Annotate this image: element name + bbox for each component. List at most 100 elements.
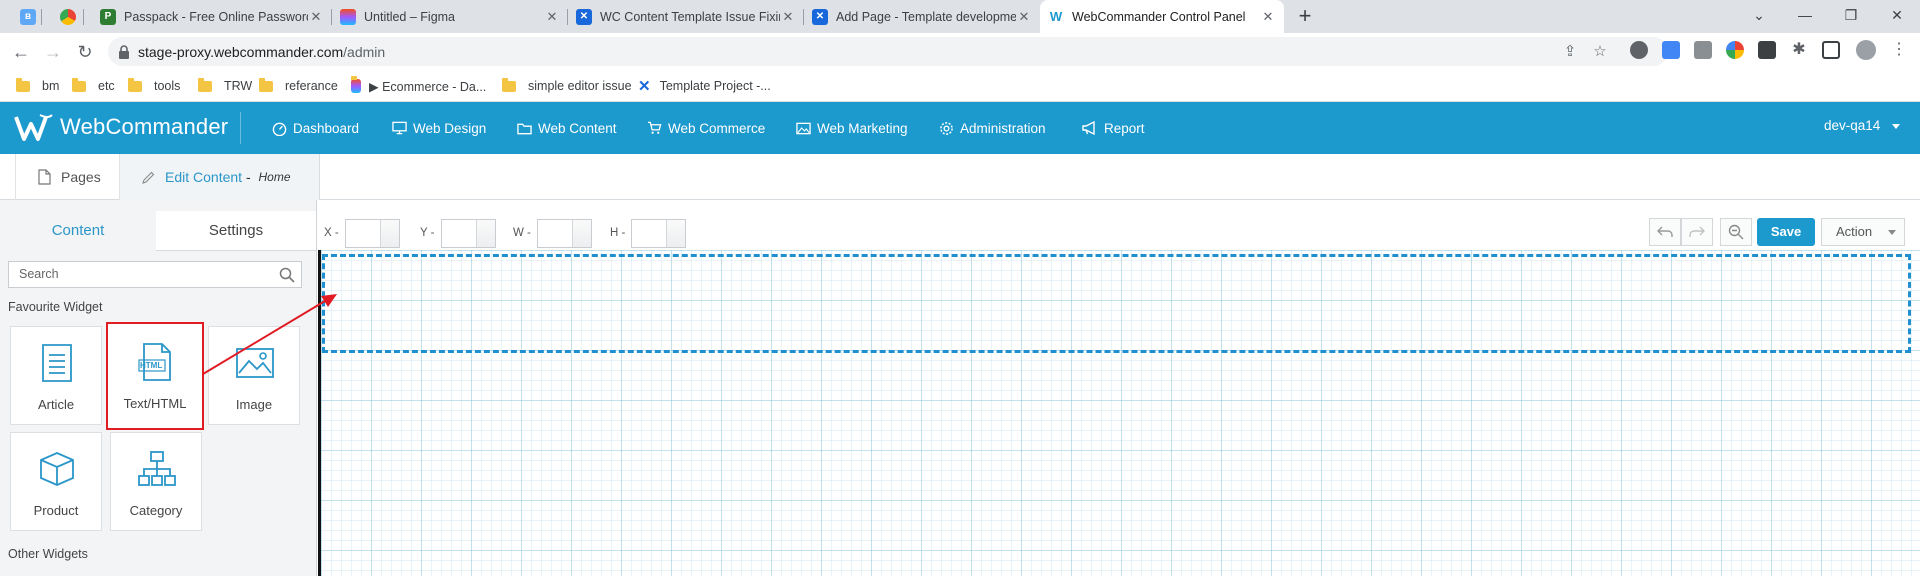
- close-icon[interactable]: ✕: [1016, 9, 1032, 25]
- menu-web-design[interactable]: Web Design: [392, 118, 486, 138]
- restore-icon[interactable]: ❐: [1828, 0, 1874, 33]
- preview-button[interactable]: [1720, 218, 1752, 246]
- profile-avatar[interactable]: [1856, 40, 1876, 60]
- browser-tab[interactable]: P Passpack - Free Online Password ✕: [92, 0, 332, 33]
- reload-icon[interactable]: ↻: [73, 40, 97, 64]
- bookmark-item[interactable]: ✕ Template Project -...: [638, 76, 771, 96]
- x-input[interactable]: [344, 218, 400, 248]
- h-input[interactable]: [631, 218, 687, 248]
- menu-web-content[interactable]: Web Content: [517, 118, 617, 138]
- extension-icon[interactable]: [1758, 41, 1776, 59]
- widget-label: Text/HTML: [123, 396, 187, 411]
- bookmark-item[interactable]: etc: [72, 76, 115, 96]
- webcommander-icon: W: [1048, 8, 1064, 25]
- bookmark-item[interactable]: tools: [128, 76, 180, 96]
- folder-icon: [502, 77, 516, 92]
- passpack-icon: P: [100, 8, 116, 25]
- w-input[interactable]: [536, 218, 592, 248]
- redo-icon: [1689, 226, 1705, 237]
- tab-settings[interactable]: Settings: [156, 211, 316, 251]
- folder-icon: [259, 77, 273, 92]
- widget-image[interactable]: Image: [208, 326, 300, 425]
- dashboard-icon: [272, 122, 287, 136]
- bookmark-item[interactable]: referance: [259, 76, 338, 96]
- translate-extension-icon[interactable]: [1662, 41, 1680, 59]
- minimize-icon[interactable]: —: [1782, 0, 1828, 33]
- bookmark-label: Template Project -...: [659, 79, 771, 93]
- bookmark-star-icon[interactable]: ☆: [1590, 42, 1610, 62]
- menu-dashboard[interactable]: Dashboard: [272, 118, 359, 138]
- window-close-icon[interactable]: ✕: [1874, 0, 1920, 33]
- undo-icon: [1657, 226, 1673, 237]
- webcommander-logo[interactable]: WebCommander: [14, 110, 228, 144]
- tab-content[interactable]: Content: [0, 211, 156, 251]
- y-input[interactable]: [440, 218, 496, 248]
- bookmark-label: simple editor issue: [528, 79, 632, 93]
- confluence-icon: ✕: [576, 8, 592, 25]
- tab-title: WebCommander Control Panel: [1072, 9, 1246, 24]
- browser-tab[interactable]: ✕ Add Page - Template developme ✕: [804, 0, 1040, 33]
- confluence-icon: ✕: [812, 8, 828, 25]
- new-tab-button[interactable]: +: [1292, 4, 1318, 30]
- more-menu-icon[interactable]: ⋮: [1890, 41, 1908, 59]
- product-box-icon: [40, 452, 74, 486]
- bookmark-label: etc: [98, 79, 115, 93]
- search-placeholder: Search: [19, 267, 59, 281]
- menu-web-marketing[interactable]: Web Marketing: [796, 118, 908, 138]
- action-label: Action: [1836, 224, 1873, 239]
- user-menu[interactable]: dev-qa14: [1824, 118, 1901, 133]
- widget-label: Category: [129, 503, 183, 518]
- color-picker-extension-icon[interactable]: [1726, 41, 1744, 59]
- widget-category[interactable]: Category: [110, 432, 202, 531]
- side-panel-icon[interactable]: [1822, 41, 1840, 59]
- bluetooth-app-icon: ʙ: [20, 8, 36, 25]
- chrome-colorful-icon: [60, 8, 76, 25]
- menu-label: Web Design: [413, 120, 487, 136]
- menu-web-commerce[interactable]: Web Commerce: [647, 118, 765, 138]
- close-icon[interactable]: ✕: [1260, 9, 1276, 25]
- folder-icon: [72, 77, 86, 92]
- browser-tab[interactable]: [52, 0, 84, 33]
- menu-report[interactable]: Report: [1082, 118, 1145, 138]
- widget-product[interactable]: Product: [10, 432, 102, 531]
- bookmark-item[interactable]: TRW: [198, 76, 252, 96]
- undo-button[interactable]: [1649, 218, 1681, 246]
- forward-arrow-icon[interactable]: →: [41, 40, 65, 64]
- extension-icon[interactable]: [1630, 41, 1648, 59]
- puzzle-icon[interactable]: ✱: [1790, 41, 1808, 59]
- menu-administration[interactable]: Administration: [939, 118, 1046, 138]
- browser-tab[interactable]: ʙ: [12, 0, 42, 33]
- category-tree-icon: [138, 451, 176, 486]
- back-arrow-icon[interactable]: ←: [9, 40, 33, 64]
- widget-article[interactable]: Article: [10, 326, 102, 425]
- tab-pages[interactable]: Pages: [15, 154, 120, 200]
- address-bar[interactable]: stage-proxy.webcommander.com/admin ⇪ ☆: [108, 37, 1668, 66]
- html-file-icon: HTML: [138, 343, 171, 381]
- browser-tab[interactable]: ✕ WC Content Template Issue Fixin ✕: [568, 0, 804, 33]
- widget-text-html[interactable]: HTML Text/HTML: [106, 322, 204, 430]
- browser-tab[interactable]: Untitled – Figma ✕: [332, 0, 568, 33]
- save-button[interactable]: Save: [1757, 218, 1815, 246]
- bookmark-item[interactable]: ▶ Ecommerce - Da...: [351, 76, 486, 96]
- tab-edit-content[interactable]: Edit Content - Home: [120, 154, 320, 200]
- figma-icon: [340, 8, 356, 25]
- favourite-widget-heading: Favourite Widget: [8, 300, 103, 314]
- tab-label-separator: -: [242, 169, 255, 185]
- share-icon[interactable]: ⇪: [1560, 42, 1580, 62]
- image-icon: [236, 348, 274, 378]
- monitor-icon: [392, 121, 407, 135]
- action-dropdown[interactable]: Action: [1821, 218, 1905, 246]
- redo-button[interactable]: [1681, 218, 1713, 246]
- tab-search-chevron-icon[interactable]: ⌄: [1736, 0, 1782, 33]
- search-icon[interactable]: [279, 267, 295, 283]
- drop-zone-section[interactable]: [322, 254, 1911, 353]
- extension-icon[interactable]: [1694, 41, 1712, 59]
- widget-search-input[interactable]: Search: [8, 261, 302, 288]
- close-icon[interactable]: ✕: [308, 9, 324, 25]
- bookmark-item[interactable]: bm: [16, 76, 59, 96]
- close-icon[interactable]: ✕: [780, 9, 796, 25]
- bookmark-item[interactable]: simple editor issue: [502, 76, 632, 96]
- close-icon[interactable]: ✕: [544, 9, 560, 25]
- widget-label: Article: [37, 397, 75, 412]
- browser-tab-active[interactable]: W WebCommander Control Panel ✕: [1040, 0, 1284, 33]
